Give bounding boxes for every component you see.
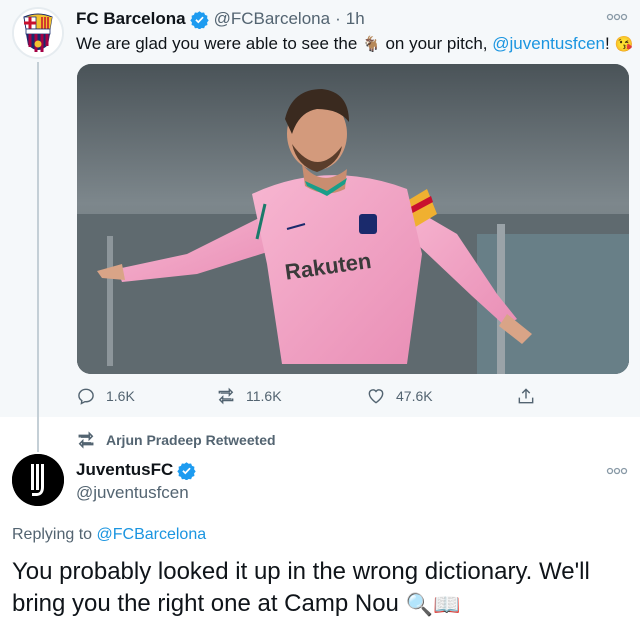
retweet-count: 11.6K bbox=[246, 388, 282, 404]
tweet2-header: JuventusFC bbox=[76, 460, 201, 480]
replying-to-mention[interactable]: @FCBarcelona bbox=[97, 526, 207, 543]
retweet-button[interactable]: 11.6K bbox=[216, 384, 282, 408]
kiss-emoji-icon: 😘 bbox=[614, 35, 634, 53]
replying-to-line: Replying to @FCBarcelona bbox=[12, 526, 206, 544]
retweet-small-icon bbox=[78, 431, 94, 449]
meta-separator: · bbox=[335, 9, 341, 28]
tweet1-text: We are glad you were able to see the 🐐 o… bbox=[76, 34, 633, 55]
more-dots-icon[interactable] bbox=[606, 10, 628, 24]
reply-icon bbox=[78, 388, 94, 405]
author-handle[interactable]: @juventusfcen bbox=[76, 483, 189, 503]
retweet-icon bbox=[218, 387, 234, 405]
magnifier-emoji-icon: 🔍 bbox=[405, 591, 433, 617]
share-button[interactable] bbox=[516, 384, 536, 408]
mention-link[interactable]: @juventusfcen bbox=[492, 34, 605, 53]
like-count: 47.6K bbox=[396, 388, 433, 404]
like-button[interactable]: 47.6K bbox=[366, 384, 433, 408]
tweet-text-part: We are glad you were able to see the bbox=[76, 34, 358, 53]
author-name[interactable]: FC Barcelona bbox=[76, 9, 186, 29]
heart-icon bbox=[368, 389, 384, 404]
reply-button[interactable]: 1.6K bbox=[76, 384, 135, 408]
more-dots-icon[interactable] bbox=[606, 464, 628, 478]
retweeted-by-label[interactable]: Arjun Pradeep Retweeted bbox=[106, 432, 276, 448]
goat-emoji-icon: 🐐 bbox=[362, 35, 381, 53]
juventus-logo-icon bbox=[12, 454, 64, 506]
retweet-context: Arjun Pradeep Retweeted bbox=[76, 430, 276, 450]
tweet-text-part: on your pitch, bbox=[385, 34, 488, 53]
author-name[interactable]: JuventusFC bbox=[76, 460, 173, 480]
tweet-media-image[interactable]: Rakuten bbox=[77, 64, 629, 374]
verified-badge-icon bbox=[189, 10, 209, 29]
verified-badge-icon bbox=[177, 461, 196, 480]
replying-prefix: Replying to bbox=[12, 526, 93, 543]
share-icon bbox=[518, 388, 534, 404]
fcbarcelona-avatar[interactable] bbox=[12, 7, 64, 59]
author-handle[interactable]: @FCBarcelona bbox=[214, 9, 330, 29]
tweet-timestamp[interactable]: 1h bbox=[346, 9, 365, 29]
thread-connector-line bbox=[37, 62, 39, 452]
reply-count: 1.6K bbox=[106, 388, 135, 404]
tweet2-text: You probably looked it up in the wrong d… bbox=[12, 556, 632, 621]
player-photo-illustration: Rakuten bbox=[77, 64, 629, 374]
juventusfc-avatar[interactable] bbox=[12, 454, 64, 506]
tweet-text-part: You probably looked it up in the wrong d… bbox=[12, 558, 590, 617]
tweet-text-part: ! bbox=[604, 34, 610, 53]
barca-crest-icon bbox=[14, 9, 62, 57]
tweet1-header: FC Barcelona @FCBarcelona · 1h bbox=[76, 9, 365, 29]
book-emoji-icon: 📖 bbox=[432, 591, 461, 617]
tweet1-action-bar: 1.6K 11.6K 47.6K bbox=[76, 384, 546, 410]
